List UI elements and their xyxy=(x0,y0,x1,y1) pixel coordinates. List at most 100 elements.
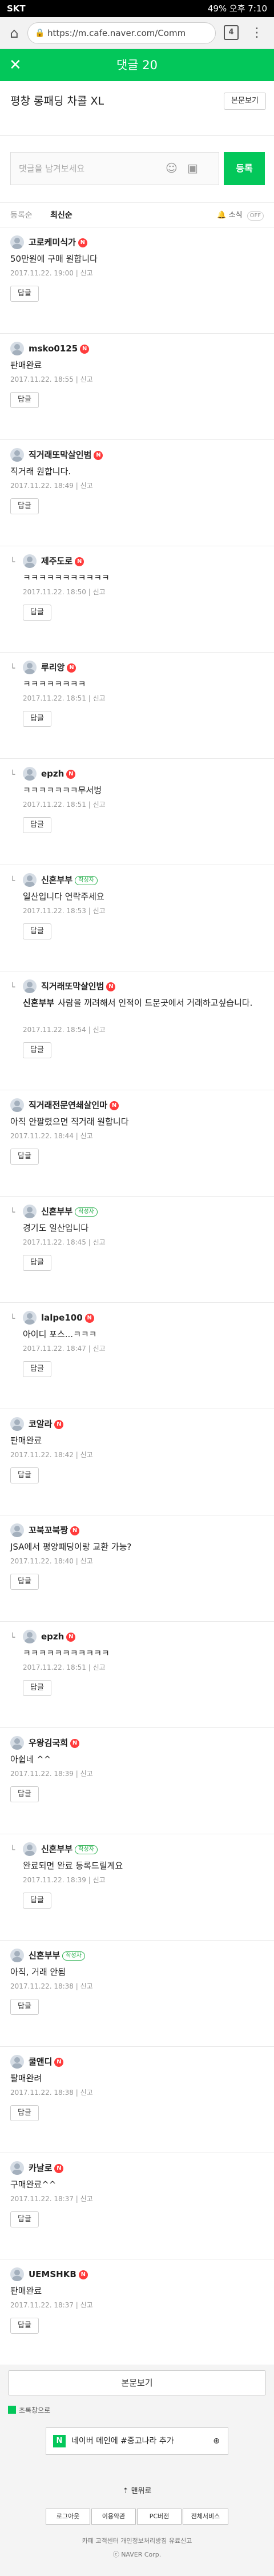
comment-author[interactable]: 직거래전문연쇄살인마 N xyxy=(29,1098,119,1112)
avatar[interactable] xyxy=(10,1417,24,1431)
camera-icon[interactable]: ▣ xyxy=(187,161,198,175)
comment-author[interactable]: 직거래또막살인범 N xyxy=(29,448,103,462)
url-field[interactable]: 🔒 https://m.cafe.naver.com/Comm xyxy=(27,22,216,44)
avatar[interactable] xyxy=(10,235,24,249)
all-services-link[interactable]: 전체서비스 xyxy=(183,2509,228,2525)
report-link[interactable]: 신고 xyxy=(80,2195,93,2203)
comment-author[interactable]: 신혼부부 작성자 xyxy=(41,1842,98,1856)
reply-button[interactable]: 답글 xyxy=(10,1467,39,1483)
comment-author[interactable]: 코알라 N xyxy=(29,1417,64,1431)
logout-link[interactable]: 로그아웃 xyxy=(46,2509,90,2525)
reply-button[interactable]: 답글 xyxy=(23,1893,51,1909)
avatar[interactable] xyxy=(10,2267,24,2281)
reply-button[interactable]: 답글 xyxy=(23,1255,51,1271)
reply-button[interactable]: 답글 xyxy=(10,286,39,302)
report-link[interactable]: 신고 xyxy=(93,694,106,702)
report-link[interactable]: 신고 xyxy=(80,1982,93,1990)
avatar[interactable] xyxy=(23,554,37,568)
avatar[interactable] xyxy=(10,448,24,462)
notify-toggle[interactable]: 🔔 소식 OFF xyxy=(217,203,264,228)
submit-button[interactable]: 등록 xyxy=(224,152,265,185)
report-link[interactable]: 신고 xyxy=(80,375,93,383)
report-link[interactable]: 신고 xyxy=(93,1238,106,1246)
comment-author[interactable]: lalpe100 N xyxy=(41,1311,94,1325)
avatar[interactable] xyxy=(23,1205,37,1218)
report-link[interactable]: 신고 xyxy=(80,1557,93,1565)
avatar[interactable] xyxy=(10,342,24,355)
policy-links[interactable]: 카페 고객센터 개인정보처리방침 유료신고 xyxy=(0,2536,274,2545)
comment-author[interactable]: 제주도로 N xyxy=(41,554,84,568)
footer-view-post-button[interactable]: 본문보기 xyxy=(8,2370,266,2395)
comment-author[interactable]: 고로케미식가 N xyxy=(29,235,87,249)
home-icon[interactable]: ⌂ xyxy=(6,25,23,42)
avatar[interactable] xyxy=(10,1098,24,1112)
avatar[interactable] xyxy=(23,1842,37,1856)
reply-button[interactable]: 답글 xyxy=(10,2105,39,2121)
avatar[interactable] xyxy=(23,1311,37,1325)
comment-author[interactable]: UEMSHKB N xyxy=(29,2267,88,2281)
comment-author[interactable]: epzh N xyxy=(41,767,76,781)
sort-register-order[interactable]: 등록순 xyxy=(10,203,33,228)
avatar[interactable] xyxy=(10,1736,24,1750)
report-link[interactable]: 신고 xyxy=(80,2301,93,2309)
report-link[interactable]: 신고 xyxy=(93,588,106,596)
report-link[interactable]: 신고 xyxy=(93,1663,106,1671)
reply-button[interactable]: 답글 xyxy=(10,1149,39,1165)
view-post-button[interactable]: 본문보기 xyxy=(224,93,266,110)
reply-button[interactable]: 답글 xyxy=(23,923,51,939)
avatar[interactable] xyxy=(10,1523,24,1537)
avatar[interactable] xyxy=(23,873,37,887)
report-link[interactable]: 신고 xyxy=(93,907,106,915)
comment-author[interactable]: 카날로 N xyxy=(29,2161,64,2175)
reply-button[interactable]: 답글 xyxy=(10,1999,39,2015)
reply-button[interactable]: 답글 xyxy=(10,498,39,514)
avatar[interactable] xyxy=(10,1949,24,1962)
reply-button[interactable]: 답글 xyxy=(23,711,51,727)
comment-author[interactable]: 쿨앤디 N xyxy=(29,2055,64,2069)
reply-button[interactable]: 답글 xyxy=(10,1574,39,1590)
reply-button[interactable]: 답글 xyxy=(10,1786,39,1802)
reply-button[interactable]: 답글 xyxy=(10,2318,39,2334)
avatar[interactable] xyxy=(23,1630,37,1643)
reply-button[interactable]: 답글 xyxy=(23,605,51,621)
avatar[interactable] xyxy=(23,979,37,993)
report-link[interactable]: 신고 xyxy=(80,482,93,490)
mention[interactable]: 신혼부부 xyxy=(23,998,54,1008)
avatar[interactable] xyxy=(10,2161,24,2175)
comment-author[interactable]: epzh N xyxy=(41,1630,76,1643)
sticker-icon[interactable]: ☺ xyxy=(166,161,178,175)
reply-button[interactable]: 답글 xyxy=(23,1680,51,1696)
report-link[interactable]: 신고 xyxy=(80,1451,93,1459)
reply-button[interactable]: 답글 xyxy=(23,817,51,833)
avatar[interactable] xyxy=(23,661,37,674)
terms-link[interactable]: 이용약관 xyxy=(91,2509,136,2525)
report-link[interactable]: 신고 xyxy=(80,2089,93,2097)
more-menu-icon[interactable]: ⋮ xyxy=(247,23,267,43)
comment-author[interactable]: msko0125 N xyxy=(29,342,90,355)
green-window-link[interactable]: 초록창으로 xyxy=(8,2405,50,2416)
reply-button[interactable]: 답글 xyxy=(23,1042,51,1058)
reply-button[interactable]: 답글 xyxy=(10,392,39,408)
comment-author[interactable]: 꼬북꼬북짱 N xyxy=(29,1523,80,1537)
add-to-home-button[interactable]: N 네이버 메인에 #중고나라 추가 ⊕ xyxy=(46,2427,228,2455)
report-link[interactable]: 신고 xyxy=(93,1876,106,1884)
report-link[interactable]: 신고 xyxy=(93,1345,106,1353)
comment-author[interactable]: 우왕김국희 N xyxy=(29,1736,80,1750)
reply-button[interactable]: 답글 xyxy=(10,2211,39,2227)
sort-latest[interactable]: 최신순 xyxy=(50,203,72,228)
avatar[interactable] xyxy=(23,767,37,781)
comment-author[interactable]: 신혼부부 작성자 xyxy=(41,873,98,887)
scroll-top-button[interactable]: ⇡ 맨위로 xyxy=(0,2485,274,2495)
pc-version-link[interactable]: PC버전 xyxy=(137,2509,182,2525)
reply-button[interactable]: 답글 xyxy=(23,1361,51,1377)
report-link[interactable]: 신고 xyxy=(80,269,93,277)
report-link[interactable]: 신고 xyxy=(80,1132,93,1140)
report-link[interactable]: 신고 xyxy=(80,1770,93,1778)
avatar[interactable] xyxy=(10,2055,24,2069)
report-link[interactable]: 신고 xyxy=(93,801,106,809)
comment-author[interactable]: 루리앙 N xyxy=(41,661,76,674)
comment-author[interactable]: 신혼부부 작성자 xyxy=(41,1205,98,1218)
report-link[interactable]: 신고 xyxy=(93,1026,106,1034)
comment-author[interactable]: 신혼부부 작성자 xyxy=(29,1949,85,1962)
tab-switcher-button[interactable]: 4 xyxy=(224,25,239,40)
